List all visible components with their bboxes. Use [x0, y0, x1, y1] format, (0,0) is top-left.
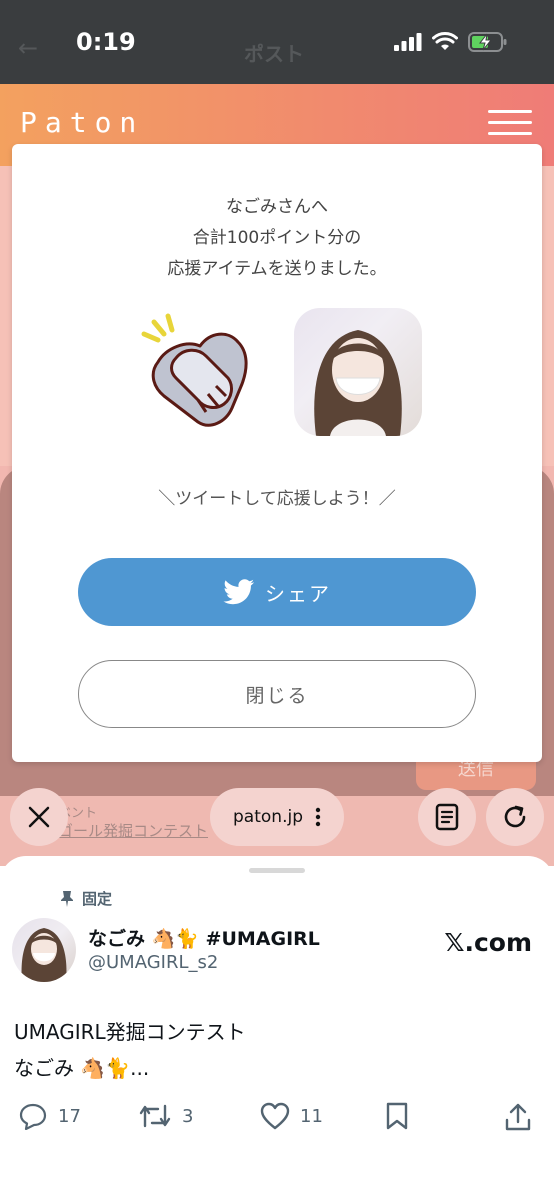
underlying-page-title: ポスト — [244, 42, 304, 66]
close-icon — [28, 806, 50, 828]
author-avatar[interactable] — [12, 918, 76, 982]
status-bar: ← ポスト 0:19 — [0, 0, 554, 84]
share-label: シェア — [265, 581, 331, 606]
back-arrow-icon: ← — [18, 34, 39, 62]
retweet-button[interactable]: 3 — [138, 1102, 193, 1130]
retweet-icon — [139, 1104, 171, 1128]
heart-icon — [260, 1102, 290, 1130]
paton-logo[interactable]: Paton — [20, 106, 144, 139]
pinned-indicator: 固定 — [60, 888, 112, 909]
reply-button[interactable]: 17 — [18, 1102, 81, 1130]
reload-icon — [504, 805, 526, 828]
reload-button[interactable] — [486, 788, 544, 846]
hamburger-menu-icon[interactable] — [488, 110, 532, 138]
like-button[interactable]: 11 — [260, 1102, 323, 1130]
share-tweet-button[interactable] — [504, 1102, 532, 1132]
modal-message: なごみさんへ 合計100ポイント分の 応援アイテムを送りました。 — [167, 197, 387, 279]
support-sent-modal: なごみさんへ 合計100ポイント分の 応援アイテムを送りました。 ＼ツイートして… — [12, 144, 542, 762]
tweet-sheet: 固定 なごみ 🐴🐈 #UMAGIRL @UMAGIRL_s2 𝕏.com UMA… — [0, 856, 554, 1200]
tweet-text[interactable]: UMAGIRL発掘コンテスト なごみ 🐴🐈... — [14, 1014, 246, 1086]
share-button[interactable]: シェア — [78, 558, 476, 626]
pin-icon — [61, 890, 73, 907]
bookmark-button[interactable] — [384, 1102, 410, 1130]
recipient-avatar — [294, 308, 422, 436]
sheet-handle[interactable] — [249, 868, 305, 873]
tweet-actions: 17 3 11 — [0, 1102, 554, 1142]
url-text: paton.jp — [233, 807, 303, 827]
signal-icon — [394, 33, 422, 51]
status-time: 0:19 — [76, 28, 136, 56]
twitter-bird-icon — [223, 579, 254, 605]
author-name[interactable]: なごみ 🐴🐈 #UMAGIRL — [88, 924, 320, 951]
reply-icon — [19, 1103, 47, 1130]
x-com-logo[interactable]: 𝕏.com — [444, 928, 532, 957]
close-button[interactable]: 閉じる — [78, 660, 476, 728]
url-pill[interactable]: paton.jp — [210, 788, 344, 846]
close-tab-button[interactable] — [10, 788, 68, 846]
tweet-cta-text: ＼ツイートして応援しよう！／ — [158, 489, 396, 509]
battery-charging-icon — [468, 32, 507, 52]
more-dots-icon[interactable] — [315, 807, 321, 827]
bookmark-icon — [386, 1102, 408, 1130]
wifi-icon — [432, 32, 458, 50]
contest-link: ゴール発掘コンテスト — [58, 822, 209, 840]
document-icon — [435, 803, 459, 831]
clapping-hands-icon — [141, 313, 248, 427]
reader-button[interactable] — [418, 788, 476, 846]
author-handle[interactable]: @UMAGIRL_s2 — [88, 952, 218, 973]
share-upload-icon — [505, 1103, 531, 1131]
